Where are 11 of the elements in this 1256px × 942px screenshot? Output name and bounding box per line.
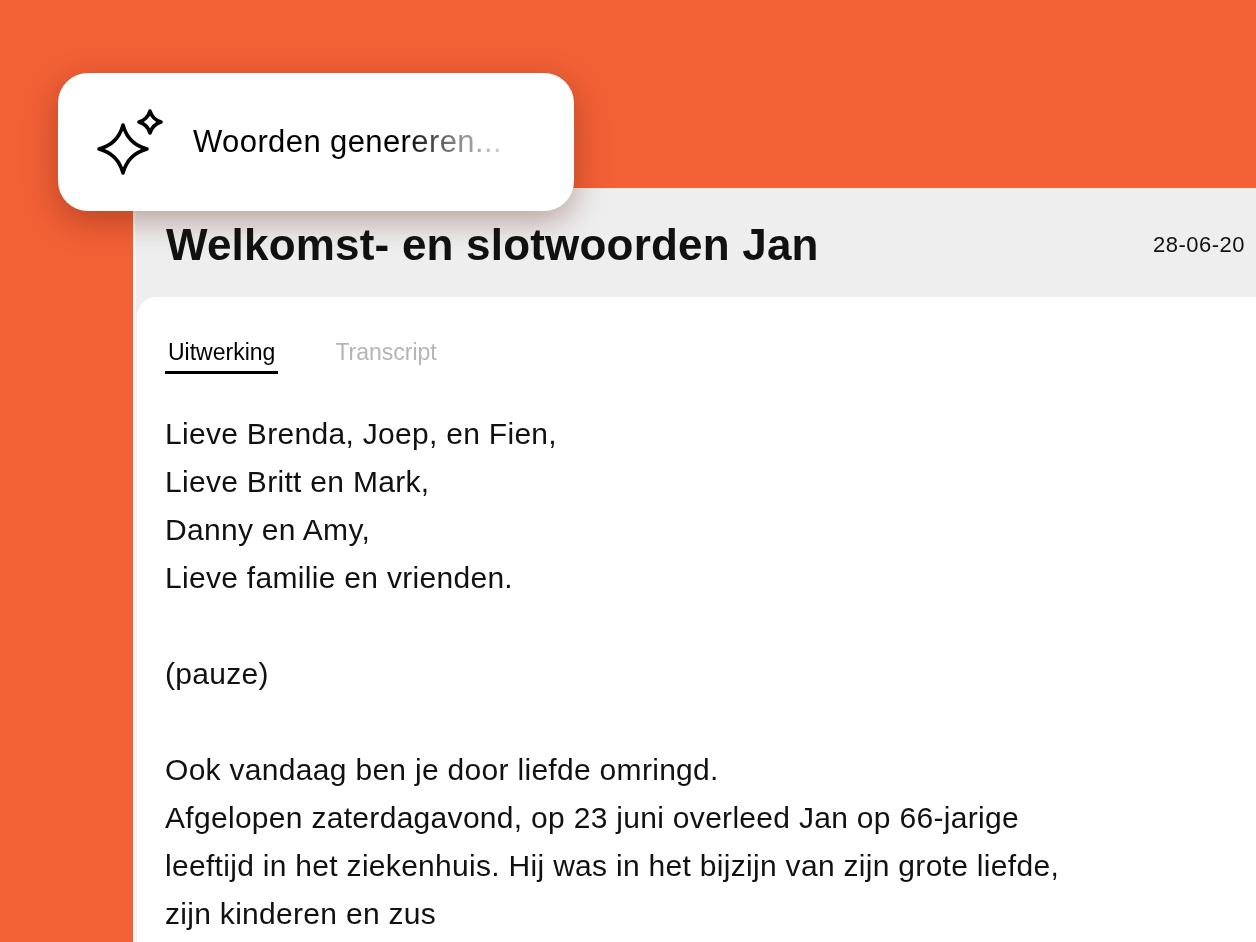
text-paragraph: Ook vandaag ben je door liefde omringd. <box>165 752 720 788</box>
text-paragraph: Lieve familie en vrienden. <box>165 560 514 596</box>
tab[interactable]: Uitwerking <box>165 337 279 374</box>
text-paragraph: Lieve Brenda, Joep, en Fien, <box>165 416 558 452</box>
sparkle-icon <box>96 108 164 176</box>
document-date: 28-06-20 <box>1152 230 1245 259</box>
text-paragraph: (pauze) <box>165 656 270 692</box>
text-paragraph: Danny en Amy, <box>165 512 372 548</box>
document-title: Welkomst- en slotwoorden Jan <box>166 218 819 271</box>
text-paragraph: Lieve Britt en Mark, <box>165 464 431 500</box>
text-paragraph: Afgelopen zaterdagavond, op 23 juni overleed Jan op 66-jarige leeftijd in het ziekenhuis. Hij was in het bijzijn van zijn grote liefde, zijn kinderen en zus <box>165 800 1061 932</box>
